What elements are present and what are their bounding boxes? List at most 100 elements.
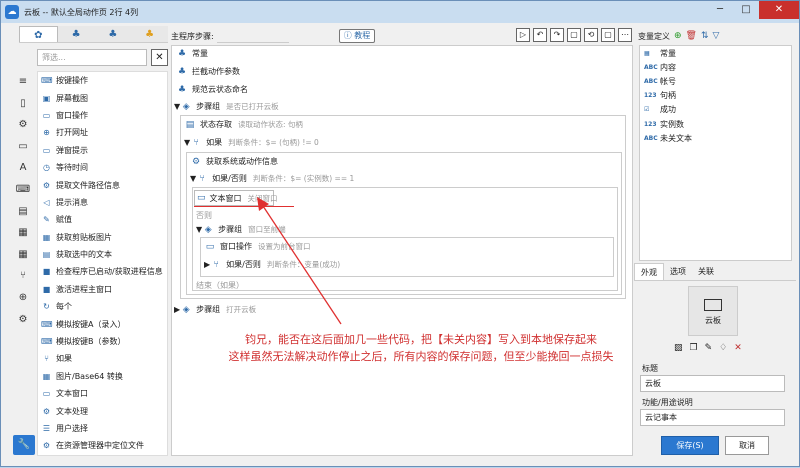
component-icon: ✎ <box>43 215 50 225</box>
variable-item[interactable]: 123 句柄 <box>640 89 791 103</box>
copy-icon[interactable]: ❐ <box>690 343 698 353</box>
step-row[interactable]: ▼ ◈ 步骤组 是否已打开云板 <box>174 101 279 112</box>
undo-icon[interactable]: ↶ <box>533 28 547 42</box>
gear-icon[interactable]: ⚙ <box>14 114 32 136</box>
tutorial-button[interactable]: ⓘ 教程 <box>338 29 376 43</box>
component-item[interactable]: ▭ 文本窗口 <box>38 385 167 402</box>
component-item[interactable]: ▭ 弹窗提示 <box>38 142 167 159</box>
image-icon[interactable]: ▨ <box>674 343 683 353</box>
filter-input[interactable]: 筛选... <box>37 49 147 66</box>
variable-item[interactable]: 123 实例数 <box>640 117 791 131</box>
maximize-button[interactable]: □ <box>733 1 759 19</box>
windows-icon[interactable]: ▦ <box>14 222 32 244</box>
variable-item[interactable]: ABC 内容 <box>640 60 791 74</box>
component-item[interactable]: ▭ 窗口操作 <box>38 107 167 124</box>
action-icon-preview[interactable]: 云板 <box>688 286 738 336</box>
description-field[interactable]: 云记事本 <box>640 409 785 426</box>
delete-icon[interactable]: 🗑 <box>686 31 697 41</box>
component-item[interactable]: ⑂ 如果 <box>38 350 167 367</box>
component-item[interactable]: ☰ 用户选择 <box>38 420 167 437</box>
variable-name: 成功 <box>660 105 676 115</box>
tab-cluster-icon[interactable]: ♣ <box>58 26 95 42</box>
gears-icon[interactable]: ⚙ <box>14 309 32 331</box>
step-row[interactable]: ▶ ⑂ 如果/否则 判断条件：变量(成功) <box>204 259 340 270</box>
step-row[interactable]: ♣ 常量 <box>176 48 208 59</box>
variable-item[interactable]: ▦ 常量 <box>640 46 791 60</box>
tab-cluster-icon[interactable]: ♣ <box>95 26 132 42</box>
window-icon[interactable]: ▭ <box>14 136 32 158</box>
save-doc-icon[interactable]: ▢ <box>567 28 581 42</box>
grid-icon[interactable]: ▦ <box>14 244 32 266</box>
text-icon[interactable]: A <box>14 157 32 179</box>
variable-item[interactable]: ☑ 成功 <box>640 103 791 117</box>
component-item[interactable]: ⌨ 模拟按键A（录入） <box>38 315 167 332</box>
step-row[interactable]: ▼ ⑂ 如果 判断条件：$= (句柄) != 0 <box>184 137 319 148</box>
close-button[interactable]: ✕ <box>759 1 799 19</box>
component-item[interactable]: ▦ 图片/Base64 转换 <box>38 368 167 385</box>
remove-icon[interactable]: ✕ <box>734 343 742 353</box>
step-row[interactable]: ▤ 状态存取 读取动作状态: 句柄 <box>184 119 303 130</box>
component-icon: ▭ <box>42 110 51 120</box>
component-item[interactable]: ⚙ 提取文件路径信息 <box>38 176 167 193</box>
cancel-button[interactable]: 取消 <box>725 436 769 455</box>
step-row[interactable]: ⚙ 获取系统或动作信息 <box>190 156 278 167</box>
more-icon[interactable]: ⋯ <box>618 28 632 42</box>
sort-icon[interactable]: ⇅ <box>701 31 709 41</box>
clear-filter-button[interactable]: ✕ <box>151 49 168 66</box>
step-row[interactable]: ♣ 规范云状态命名 <box>176 84 248 95</box>
component-label: 如果 <box>56 354 72 364</box>
globe-icon[interactable]: ⊕ <box>14 287 32 309</box>
clipboard-icon[interactable]: ▤ <box>14 201 32 223</box>
step-row[interactable]: ▼ ⑂ 如果/否则 判断条件：$= (实例数) == 1 <box>190 173 354 184</box>
minimize-button[interactable]: ─ <box>707 1 733 19</box>
tab-cluster-icon[interactable]: ♣ <box>131 26 168 42</box>
tab-appearance[interactable]: 外观 <box>634 263 664 280</box>
component-item[interactable]: ■ 激活进程主窗口 <box>38 281 167 298</box>
page-icon[interactable]: ▢ <box>601 28 615 42</box>
filter-icon[interactable]: ▽ <box>713 31 720 41</box>
component-item[interactable]: ⌨ 模拟按键B（参数） <box>38 333 167 350</box>
component-item[interactable]: ▤ 获取选中的文本 <box>38 246 167 263</box>
variable-item[interactable]: ABC 帐号 <box>640 74 791 88</box>
shirt-icon[interactable]: ♢ <box>719 343 727 353</box>
component-item[interactable]: ◷ 等待时间 <box>38 159 167 176</box>
steps-name-field[interactable] <box>216 29 289 43</box>
step-row[interactable]: ▭ 窗口操作 设置为前台窗口 <box>204 241 311 252</box>
component-icon: ⊕ <box>43 128 50 138</box>
component-item[interactable]: ▣ 屏幕截图 <box>38 89 167 106</box>
component-icon: ⑂ <box>44 354 49 364</box>
run-icon[interactable]: ▷ <box>516 28 530 42</box>
title-field[interactable]: 云板 <box>640 375 785 392</box>
wrench-icon[interactable]: 🔧 <box>13 435 35 455</box>
component-item[interactable]: ↻ 每个 <box>38 298 167 315</box>
component-item[interactable]: ▦ 获取剪贴板图片 <box>38 229 167 246</box>
keyboard-icon[interactable]: ⌨ <box>14 179 32 201</box>
pen-icon[interactable]: ✎ <box>705 343 713 353</box>
add-icon[interactable]: ⊕ <box>674 31 682 41</box>
step-row[interactable]: ▶ ◈ 步骤组 打开云板 <box>174 304 256 315</box>
save-button[interactable]: 保存(S) <box>661 436 719 455</box>
step-row[interactable]: ♣ 拦截动作参数 <box>176 66 240 77</box>
component-item[interactable]: ⚙ 在资源管理器中定位文件 <box>38 437 167 454</box>
tab-relations[interactable]: 关联 <box>692 263 720 280</box>
variable-item[interactable]: ABC 未关文本 <box>640 131 791 145</box>
component-item[interactable]: ⌨ 按键操作 <box>38 72 167 89</box>
branch-icon: ⑂ <box>193 137 199 148</box>
bookmark-icon[interactable]: ▯ <box>14 93 32 115</box>
component-item[interactable]: ■ 检查程序已启动/获取进程信息 <box>38 263 167 280</box>
annotation-text: 钧兄，能否在这后面加几一些代码，把【未关内容】写入到本地保存起来 这样虽然无法解… <box>228 333 614 363</box>
component-icon: ☰ <box>42 424 51 433</box>
redo-icon[interactable]: ↷ <box>550 28 564 42</box>
step-row[interactable]: ▼ ◈ 步骤组 窗口至前端 <box>196 224 286 235</box>
refresh-icon[interactable]: ⟲ <box>584 28 598 42</box>
component-item[interactable]: ⊕ 打开网址 <box>38 124 167 141</box>
component-item[interactable]: ⚙ 文本处理 <box>38 402 167 419</box>
variable-name: 未关文本 <box>660 133 692 143</box>
tab-gear-cluster-icon[interactable]: ✿ <box>19 26 58 42</box>
branch-icon[interactable]: ⑂ <box>14 265 32 287</box>
component-item[interactable]: ◁ 提示消息 <box>38 194 167 211</box>
list-icon[interactable]: ≡ <box>14 71 32 93</box>
component-item[interactable]: ✎ 赋值 <box>38 211 167 228</box>
step-row-selected[interactable]: ▭ 文本窗口 关闭窗口 <box>194 190 278 206</box>
tab-options[interactable]: 选项 <box>664 263 692 280</box>
